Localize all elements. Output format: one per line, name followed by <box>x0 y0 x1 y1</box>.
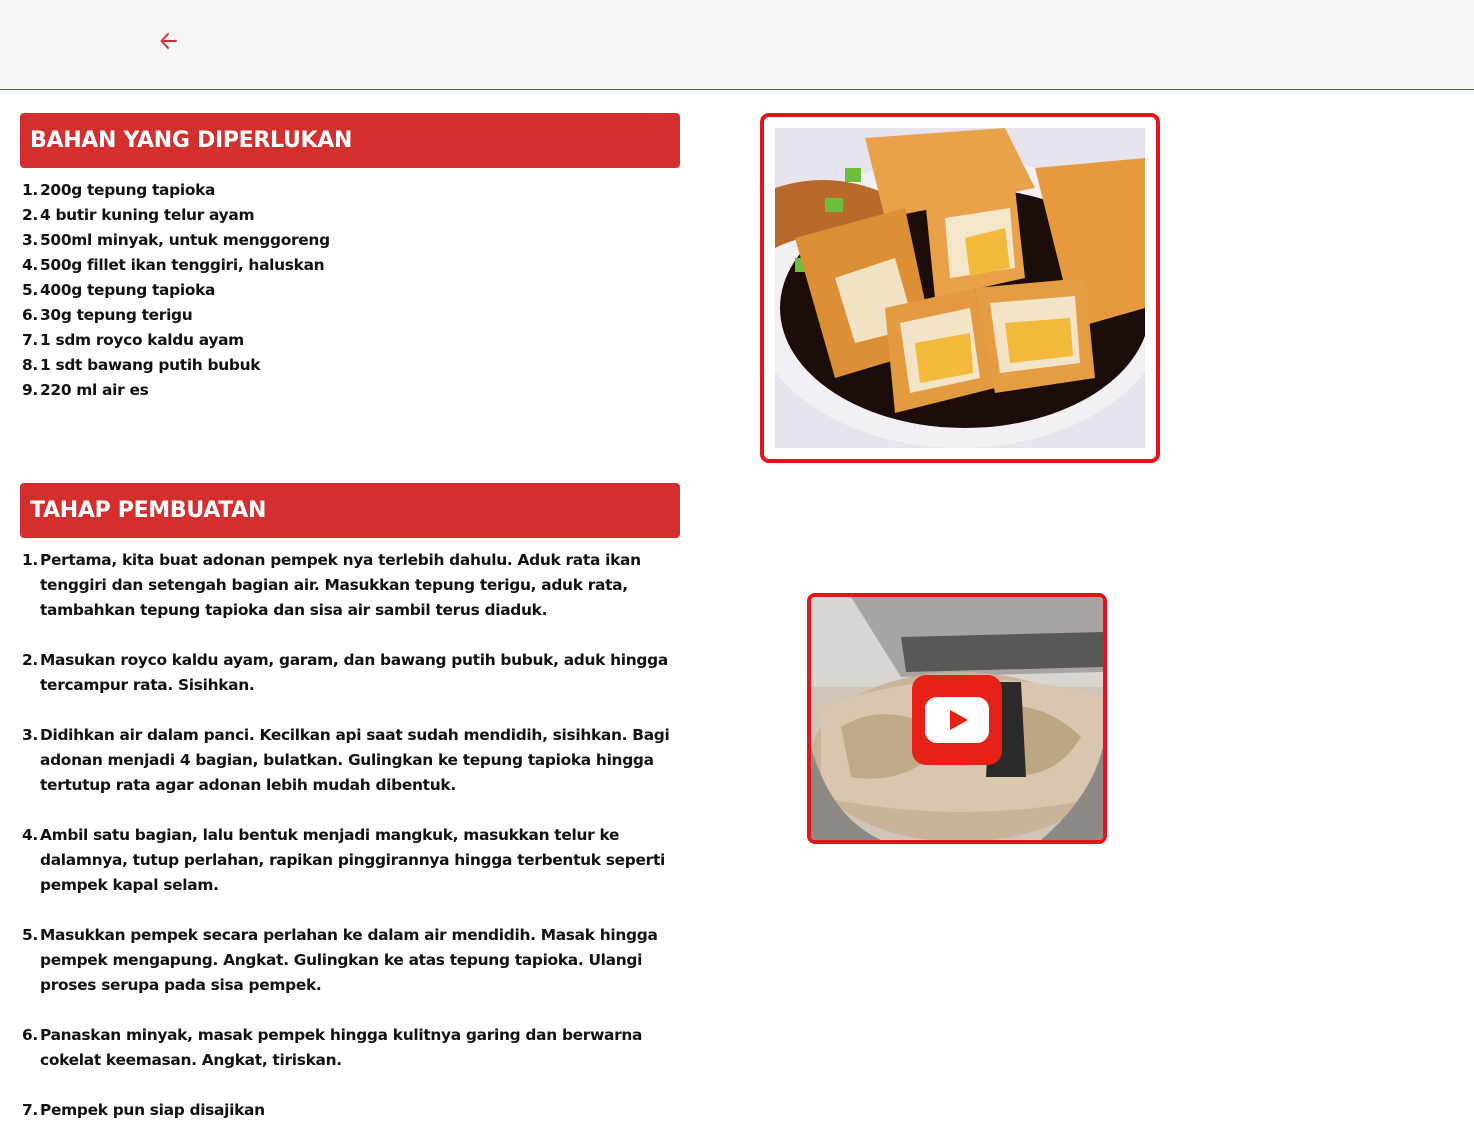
ingredients-title: BAHAN YANG DIPERLUKAN <box>30 128 353 153</box>
ingredients-list: 1. 200g tepung tapioka 2. 4 butir kuning t… <box>20 178 680 403</box>
list-item: 3. 500ml minyak, untuk menggoreng <box>22 231 330 249</box>
list-item: 4. 500g fillet ikan tenggiri, haluskan <box>22 256 325 274</box>
arrow-left-icon <box>160 33 177 49</box>
video-thumbnail[interactable] <box>807 593 1107 844</box>
list-item: 8. 1 sdt bawang putih bubuk <box>22 356 261 374</box>
steps-header: TAHAP PEMBUATAN <box>20 483 680 538</box>
food-photo <box>775 128 1145 448</box>
list-item: 7. 1 sdm royco kaldu ayam <box>22 331 244 349</box>
play-button[interactable] <box>912 675 1002 765</box>
list-item: 6. 30g tepung terigu <box>22 306 193 324</box>
list-item: 7. Pempek pun siap disajikan <box>22 1101 265 1119</box>
list-item: 2. 4 butir kuning telur ayam <box>22 206 255 224</box>
youtube-play-icon <box>925 697 989 743</box>
list-item: 1. 200g tepung tapioka <box>22 181 216 199</box>
list-item: 9. 220 ml air es <box>22 381 149 399</box>
recipe-photo <box>760 113 1160 463</box>
list-item: 2. Masukan royco kaldu ayam, garam, dan b… <box>22 651 668 694</box>
list-item: 6. Panaskan minyak, masak pempek hingga k… <box>22 1026 643 1069</box>
steps-list: 1. Pertama, kita buat adonan pempek nya t… <box>20 548 680 1148</box>
back-button[interactable] <box>152 24 186 58</box>
list-item: 3. Didihkan air dalam panci. Kecilkan api… <box>22 726 670 794</box>
top-bar <box>0 0 1474 90</box>
list-item: 5. 400g tepung tapioka <box>22 281 216 299</box>
list-item: 1. Pertama, kita buat adonan pempek nya t… <box>22 551 641 619</box>
list-item: 5. Masukkan pempek secara perlahan ke dal… <box>22 926 658 994</box>
steps-title: TAHAP PEMBUATAN <box>30 498 267 523</box>
list-item: 4. Ambil satu bagian, lalu bentuk menjadi… <box>22 826 665 894</box>
ingredients-header: BAHAN YANG DIPERLUKAN <box>20 113 680 168</box>
